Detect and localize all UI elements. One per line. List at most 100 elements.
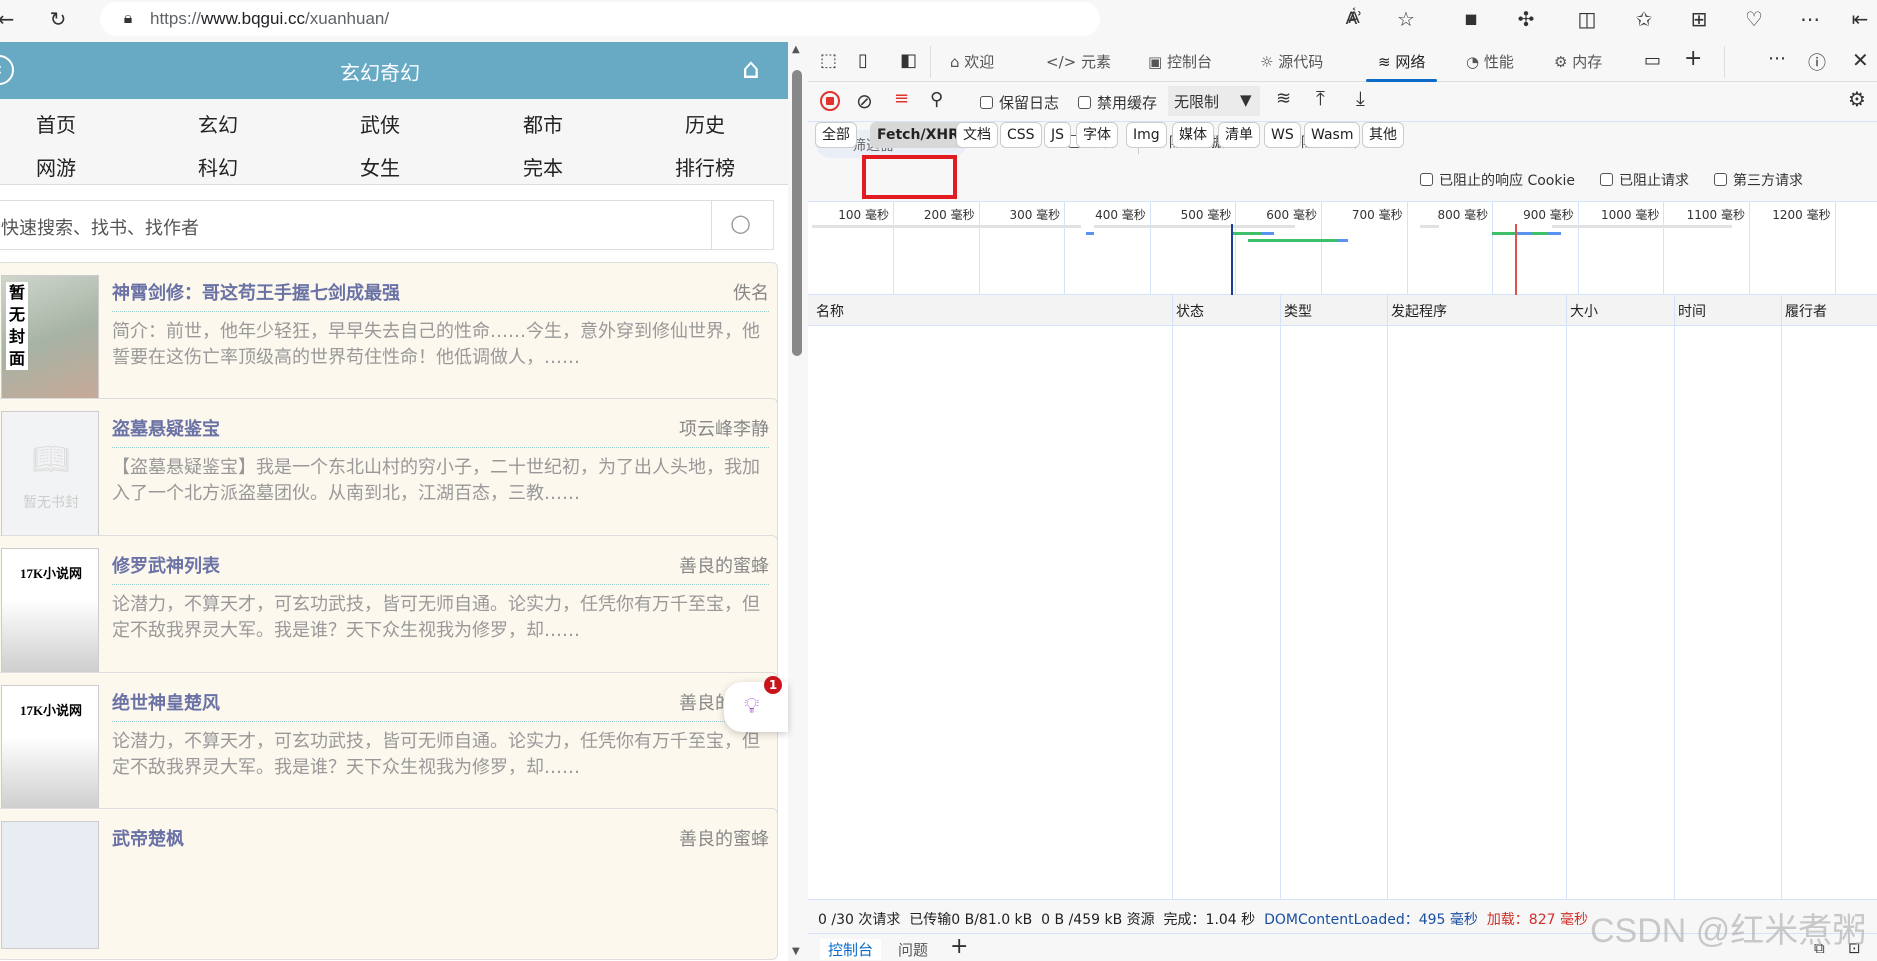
page-scrollbar[interactable]: ▲ ▼ bbox=[788, 42, 808, 961]
device-emulation-icon[interactable]: ▯ bbox=[858, 50, 868, 71]
type-filter-button[interactable]: WS bbox=[1264, 122, 1301, 148]
tab-memory[interactable]: ⚙ 内存 bbox=[1554, 50, 1602, 74]
home-icon[interactable]: ⌂ bbox=[742, 52, 760, 85]
add-drawer-tab-icon[interactable]: + bbox=[950, 934, 968, 959]
tab-console[interactable]: ▣ 控制台 bbox=[1148, 50, 1212, 74]
split-screen-icon[interactable]: ◫ bbox=[1573, 6, 1601, 32]
type-filter-button[interactable]: Fetch/XHR bbox=[870, 122, 966, 148]
type-filter-button[interactable]: 全部 bbox=[815, 122, 857, 148]
favorites-icon[interactable]: ✩ bbox=[1630, 6, 1658, 32]
type-filter-button[interactable]: 其他 bbox=[1362, 122, 1404, 148]
add-tab-icon[interactable]: + bbox=[1684, 46, 1702, 71]
tab-welcome[interactable]: ⌂ 欢迎 bbox=[950, 50, 994, 74]
book-card[interactable]: 武帝楚枫 善良的蜜蜂 bbox=[0, 808, 778, 960]
blocked-cookies-checkbox[interactable]: 已阻止的响应 Cookie bbox=[1420, 170, 1575, 190]
book-title[interactable]: 绝世神皇楚风 bbox=[112, 689, 220, 715]
disable-cache-checkbox[interactable]: 禁用缓存 bbox=[1078, 92, 1157, 113]
type-filter-button[interactable]: 清单 bbox=[1218, 122, 1260, 148]
import-har-icon[interactable]: ⤒ bbox=[1316, 86, 1325, 110]
dock-icon[interactable]: ◧ bbox=[900, 50, 917, 71]
scroll-up-icon[interactable]: ▲ bbox=[792, 44, 800, 55]
filter-clear-icon[interactable]: ≡ bbox=[894, 88, 909, 109]
column-divider[interactable] bbox=[1172, 295, 1173, 899]
nav-item[interactable]: 都市 bbox=[493, 109, 593, 138]
window-icon[interactable]: ▭ bbox=[1644, 50, 1661, 71]
search-input[interactable]: 快速搜索、找书、找作者 ○ bbox=[0, 200, 774, 250]
puzzle-icon[interactable]: ✣ bbox=[1512, 6, 1540, 32]
collections-icon[interactable]: ⊞ bbox=[1685, 6, 1713, 32]
timeline-overview[interactable]: 100 毫秒 200 毫秒 300 毫秒 400 毫秒 500 毫秒 600 毫秒 700 … bbox=[808, 202, 1877, 295]
search-button[interactable]: ○ bbox=[711, 201, 773, 249]
nav-item[interactable]: 首页 bbox=[6, 109, 106, 138]
column-divider[interactable] bbox=[1280, 295, 1281, 899]
nav-item[interactable]: 排行榜 bbox=[655, 152, 755, 181]
tab-elements[interactable]: </> 元素 bbox=[1046, 50, 1111, 74]
throttle-select[interactable]: 无限制 ▼ bbox=[1168, 86, 1260, 116]
help-icon[interactable]: ⓘ bbox=[1808, 49, 1826, 75]
back-icon[interactable]: ← bbox=[0, 6, 20, 32]
book-card[interactable]: 暂无封面 神霄剑修：哥这苟王手握七剑成最强 佚名 简介：前世，他年少轻狂，早早失… bbox=[0, 262, 778, 414]
browser-essentials-icon[interactable]: ♡ bbox=[1740, 6, 1768, 32]
export-har-icon[interactable]: ⤓ bbox=[1356, 86, 1365, 110]
column-header[interactable]: 发起程序 bbox=[1391, 301, 1447, 321]
clear-icon[interactable]: ⊘ bbox=[856, 89, 873, 113]
nav-item[interactable]: 玄幻 bbox=[168, 109, 268, 138]
tab-network[interactable]: ≋ 网络 bbox=[1365, 50, 1438, 82]
type-filter-button[interactable]: 字体 bbox=[1076, 122, 1118, 148]
column-divider[interactable] bbox=[1566, 295, 1567, 899]
favorite-star-icon[interactable]: ☆ bbox=[1392, 6, 1420, 32]
nav-item[interactable]: 科幻 bbox=[168, 152, 268, 181]
nav-item[interactable]: 完本 bbox=[493, 152, 593, 181]
book-title[interactable]: 修罗武神列表 bbox=[112, 552, 220, 578]
column-header[interactable]: 名称 bbox=[816, 301, 844, 321]
nav-item[interactable]: 网游 bbox=[6, 152, 106, 181]
nav-item[interactable]: 女生 bbox=[330, 152, 430, 181]
scrollbar-thumb[interactable] bbox=[792, 70, 802, 356]
column-divider[interactable] bbox=[1387, 295, 1388, 899]
book-card[interactable]: 17K小说网 修罗武神列表 善良的蜜蜂 论潜力，不算天才，可玄功武技，皆可无师自… bbox=[0, 535, 778, 687]
column-header[interactable]: 时间 bbox=[1678, 301, 1706, 321]
search-icon[interactable]: ⚲ bbox=[930, 89, 943, 110]
tab-performance[interactable]: ◔ 性能 bbox=[1466, 50, 1514, 74]
type-filter-button[interactable]: 媒体 bbox=[1172, 122, 1214, 148]
book-author[interactable]: 佚名 bbox=[733, 279, 769, 305]
book-title[interactable]: 武帝楚枫 bbox=[112, 825, 184, 851]
nav-item[interactable]: 武侠 bbox=[330, 109, 430, 138]
nav-item[interactable]: 历史 bbox=[655, 109, 755, 138]
book-author[interactable]: 项云峰李静 bbox=[679, 415, 769, 441]
address-bar[interactable]: 🔒︎ https://www.bqgui.cc/xuanhuan/ A᷾ bbox=[100, 2, 1360, 36]
refresh-icon[interactable]: ↻ bbox=[44, 6, 72, 32]
type-filter-button[interactable]: 文档 bbox=[956, 122, 998, 148]
blocked-requests-checkbox[interactable]: 已阻止请求 bbox=[1600, 170, 1689, 190]
type-filter-button[interactable]: JS bbox=[1044, 122, 1072, 148]
settings-gear-icon[interactable]: ⚙ bbox=[1848, 87, 1866, 111]
sidebar-icon[interactable]: ⇤ bbox=[1846, 6, 1874, 32]
drawer-tab-issues[interactable]: 问题 bbox=[898, 939, 928, 960]
column-header[interactable]: 状态 bbox=[1176, 301, 1204, 321]
book-card[interactable]: 17K小说网 绝世神皇楚风 善良的蜜蜂 论潜力，不算天才，可玄功武技，皆可无师自… bbox=[0, 672, 778, 824]
close-icon[interactable]: ✕ bbox=[1852, 48, 1869, 72]
type-filter-button[interactable]: Wasm bbox=[1304, 122, 1361, 148]
inspect-icon[interactable]: ⬚ bbox=[820, 50, 837, 71]
third-party-checkbox[interactable]: 第三方请求 bbox=[1714, 170, 1803, 190]
column-header[interactable]: 履行者 bbox=[1785, 301, 1827, 321]
more-icon[interactable]: ⋯ bbox=[1768, 48, 1786, 69]
book-title[interactable]: 神霄剑修：哥这苟王手握七剑成最强 bbox=[112, 279, 400, 305]
extension-icon[interactable]: ◼ bbox=[1457, 6, 1485, 32]
column-header[interactable]: 类型 bbox=[1284, 301, 1312, 321]
column-divider[interactable] bbox=[1781, 295, 1782, 899]
read-aloud-icon[interactable]: Aʾ bbox=[1340, 6, 1368, 32]
network-conditions-icon[interactable]: ≋ bbox=[1276, 88, 1291, 109]
more-icon[interactable]: ⋯ bbox=[1796, 6, 1824, 32]
record-icon[interactable] bbox=[820, 91, 840, 111]
column-header[interactable]: 大小 bbox=[1570, 301, 1598, 321]
column-divider[interactable] bbox=[1674, 295, 1675, 899]
book-author[interactable]: 善良的蜜蜂 bbox=[679, 825, 769, 851]
scroll-down-icon[interactable]: ▼ bbox=[792, 946, 800, 957]
tab-sources[interactable]: ☼ 源代码 bbox=[1260, 50, 1323, 74]
tip-button[interactable]: 💡︎ 1 bbox=[724, 676, 788, 732]
book-title[interactable]: 盗墓悬疑鉴宝 bbox=[112, 415, 220, 441]
book-author[interactable]: 善良的蜜蜂 bbox=[679, 552, 769, 578]
drawer-tab-console[interactable]: 控制台 bbox=[820, 939, 882, 960]
type-filter-button[interactable]: Img bbox=[1126, 122, 1167, 148]
